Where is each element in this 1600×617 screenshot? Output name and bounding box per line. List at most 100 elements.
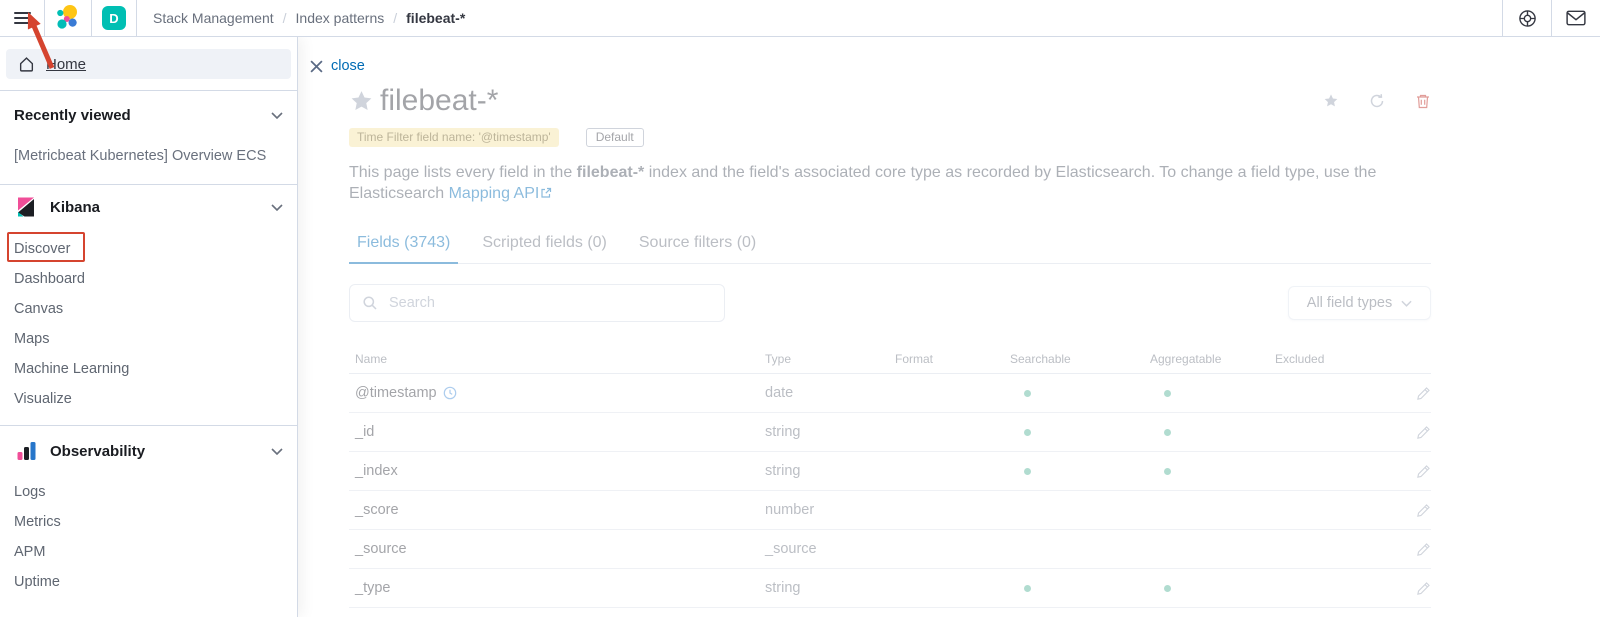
breadcrumb-current: filebeat-* — [406, 10, 465, 26]
col-name: Name — [355, 352, 765, 366]
elastic-logo-button[interactable] — [45, 0, 91, 36]
searchable-dot — [1024, 468, 1031, 475]
field-name: @timestamp — [355, 385, 765, 401]
external-link-icon — [540, 187, 552, 199]
searchable-dot — [1024, 390, 1031, 397]
sidebar-item-logs[interactable]: Logs — [0, 477, 297, 507]
edit-field-button[interactable] — [1416, 464, 1431, 479]
col-searchable: Searchable — [1010, 352, 1150, 366]
time-field-icon — [443, 386, 457, 400]
table-row: @timestampdate — [349, 374, 1431, 413]
refresh-icon — [1369, 93, 1385, 109]
chevron-down-icon[interactable] — [271, 112, 283, 119]
delete-button[interactable] — [1415, 93, 1431, 109]
kibana-nav-list: Discover Dashboard Canvas Maps Machine L… — [0, 234, 297, 414]
pencil-icon — [1416, 542, 1431, 557]
pencil-icon — [1416, 386, 1431, 401]
field-name: _source — [355, 541, 765, 557]
field-aggregatable — [1150, 585, 1275, 592]
searchable-dot — [1024, 585, 1031, 592]
field-searchable — [1010, 429, 1150, 436]
tab-bar: Fields (3743) Scripted fields (0) Source… — [349, 234, 1431, 264]
field-table-body: @timestampdate_idstring_indexstring_scor… — [349, 374, 1431, 608]
sidebar-item-canvas[interactable]: Canvas — [0, 294, 297, 324]
pencil-icon — [1416, 581, 1431, 596]
tab-scripted-fields[interactable]: Scripted fields (0) — [474, 234, 615, 263]
edit-field-button[interactable] — [1416, 503, 1431, 518]
field-types-dropdown[interactable]: All field types — [1288, 286, 1431, 320]
search-input[interactable] — [387, 294, 712, 312]
breadcrumb-stack-management[interactable]: Stack Management — [153, 10, 274, 26]
col-type: Type — [765, 352, 895, 366]
menu-icon — [14, 12, 31, 24]
sidebar-item-discover[interactable]: Discover — [0, 234, 297, 264]
mapping-api-link[interactable]: Mapping API — [449, 185, 540, 202]
tab-fields[interactable]: Fields (3743) — [349, 234, 458, 264]
pencil-icon — [1416, 425, 1431, 440]
sidebar-item-machine-learning[interactable]: Machine Learning — [0, 354, 297, 384]
help-button[interactable] — [1503, 0, 1551, 36]
sidebar-item-home[interactable]: Home — [6, 49, 291, 79]
field-type: _source — [765, 541, 895, 557]
table-header-row: Name Type Format Searchable Aggregatable… — [349, 344, 1431, 374]
sidebar-item-metrics[interactable]: Metrics — [0, 507, 297, 537]
field-name: _id — [355, 424, 765, 440]
sidebar-item-dashboard[interactable]: Dashboard — [0, 264, 297, 294]
edit-field-button[interactable] — [1416, 386, 1431, 401]
aggregatable-dot — [1164, 468, 1171, 475]
edit-field-button[interactable] — [1416, 581, 1431, 596]
field-type: string — [765, 580, 895, 596]
close-button[interactable]: close — [310, 58, 365, 74]
breadcrumb-index-patterns[interactable]: Index patterns — [296, 10, 385, 26]
main-content: close filebeat-* — [299, 37, 1600, 617]
section-observability: Observability — [0, 435, 297, 467]
sidebar-item-uptime[interactable]: Uptime — [0, 567, 297, 597]
edit-field-button[interactable] — [1416, 542, 1431, 557]
default-badge: Default — [586, 128, 644, 147]
sidebar-item-visualize[interactable]: Visualize — [0, 384, 297, 414]
close-label: close — [331, 58, 365, 74]
close-icon — [310, 60, 323, 73]
aggregatable-dot — [1164, 585, 1171, 592]
sidebar-item-maps[interactable]: Maps — [0, 324, 297, 354]
field-searchable — [1010, 390, 1150, 397]
divider — [0, 184, 297, 185]
recent-item-metricbeat-overview[interactable]: [Metricbeat Kubernetes] Overview ECS — [0, 146, 297, 166]
tab-source-filters[interactable]: Source filters (0) — [631, 234, 764, 263]
field-name: _index — [355, 463, 765, 479]
edit-field-button[interactable] — [1416, 425, 1431, 440]
breadcrumb-separator: / — [283, 10, 287, 26]
chevron-down-icon[interactable] — [271, 204, 283, 211]
field-aggregatable — [1150, 429, 1275, 436]
section-recently-viewed: Recently viewed — [0, 101, 297, 129]
newsfeed-button[interactable] — [1552, 0, 1600, 36]
refresh-button[interactable] — [1369, 93, 1385, 109]
set-default-button[interactable] — [1323, 93, 1339, 109]
menu-button[interactable] — [0, 0, 44, 36]
elastic-logo-icon — [55, 4, 81, 32]
pencil-icon — [1416, 503, 1431, 518]
kibana-logo-icon — [14, 195, 38, 219]
col-excluded: Excluded — [1275, 352, 1359, 366]
chevron-down-icon — [1401, 300, 1412, 307]
home-icon — [18, 56, 35, 73]
aggregatable-dot — [1164, 390, 1171, 397]
field-types-label: All field types — [1307, 295, 1392, 311]
divider — [136, 0, 137, 36]
fields-table: Name Type Format Searchable Aggregatable… — [349, 344, 1431, 608]
breadcrumb-separator: / — [393, 10, 397, 26]
chevron-down-icon[interactable] — [271, 448, 283, 455]
dimmed-panel: filebeat-* — [349, 83, 1431, 608]
section-title: Observability — [50, 443, 145, 460]
breadcrumb: Stack Management / Index patterns / file… — [153, 10, 465, 26]
field-type: date — [765, 385, 895, 401]
sidebar-item-apm[interactable]: APM — [0, 537, 297, 567]
searchable-dot — [1024, 429, 1031, 436]
table-row: _source_source — [349, 530, 1431, 569]
space-selector[interactable]: D — [92, 0, 136, 36]
index-name-bold: filebeat-* — [577, 164, 645, 181]
aggregatable-dot — [1164, 429, 1171, 436]
field-type: string — [765, 424, 895, 440]
nav-flyout: Home Recently viewed [Metricbeat Kuberne… — [0, 37, 298, 617]
section-kibana: Kibana — [0, 191, 297, 223]
